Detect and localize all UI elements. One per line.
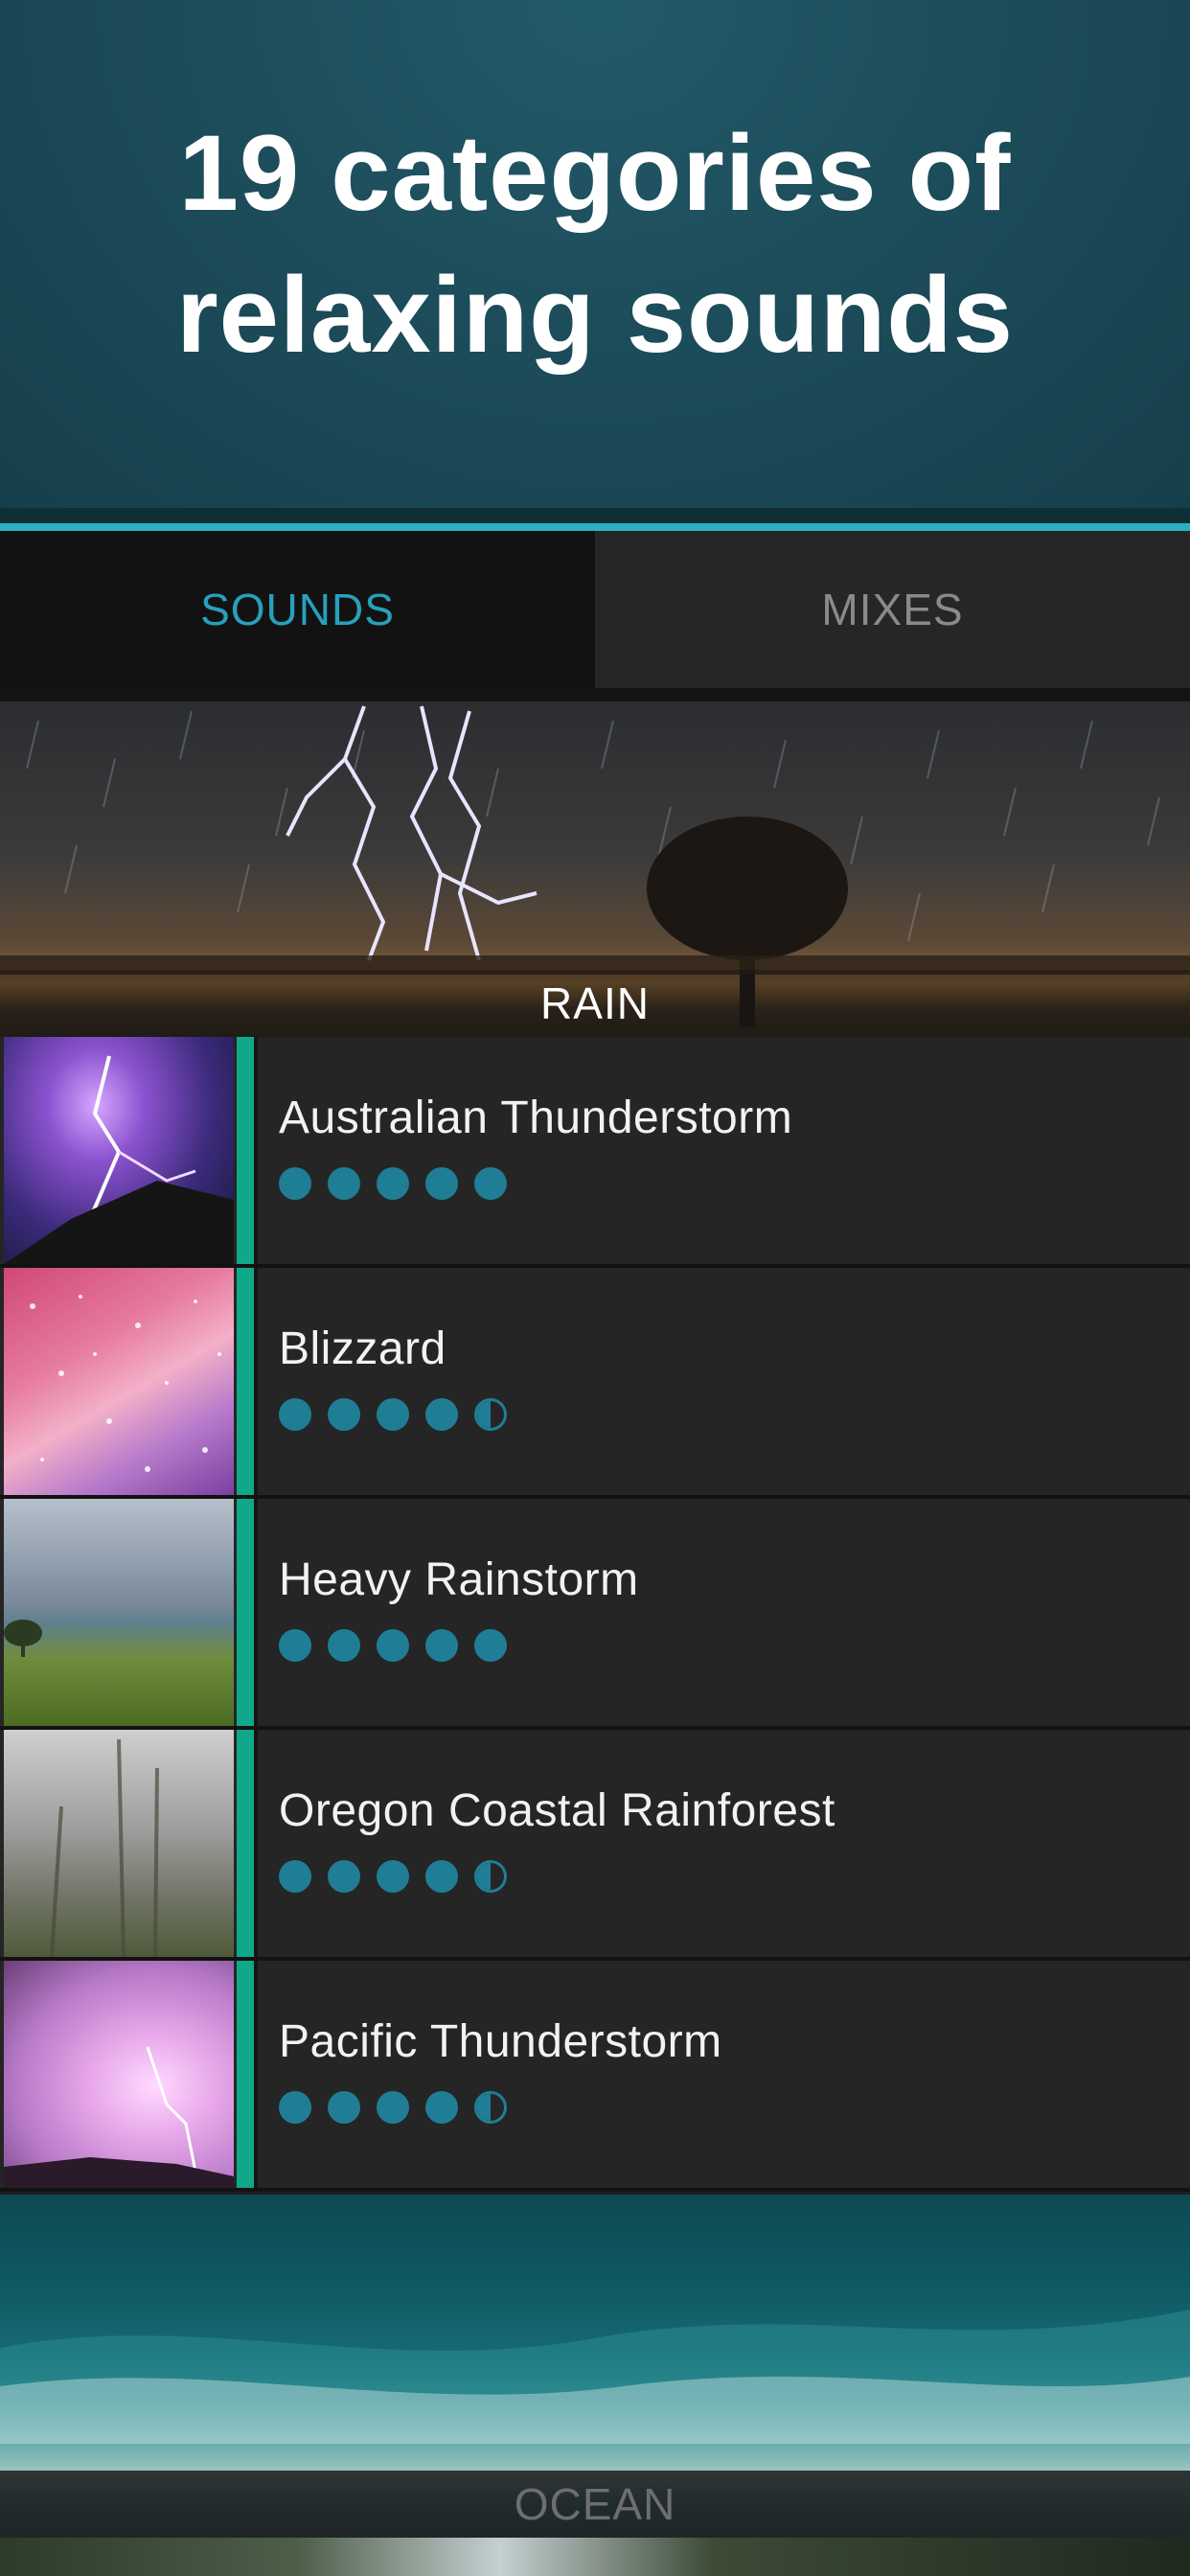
selected-indicator — [237, 1268, 254, 1495]
tab-bar-divider — [0, 688, 1190, 702]
rating-dot-full — [425, 2091, 458, 2124]
rating-dot-full — [328, 1167, 360, 1200]
tab-bar: SOUNDS MIXES — [0, 531, 1190, 688]
tab-mixes[interactable]: MIXES — [595, 531, 1190, 688]
lightning-bolts — [286, 705, 538, 961]
promo-header: 19 categories of relaxing sounds — [0, 0, 1190, 508]
header-divider — [0, 508, 1190, 523]
rating-dot-full — [279, 1398, 311, 1431]
rating-dot-full — [279, 2091, 311, 2124]
rating-dot-full — [377, 1860, 409, 1893]
sound-title: Australian Thunderstorm — [279, 1092, 793, 1143]
sound-thumbnail — [4, 1961, 234, 2188]
rating-dot-full — [425, 1860, 458, 1893]
selected-indicator — [237, 1961, 254, 2188]
rating-dot-half — [474, 1860, 507, 1893]
sound-info: Oregon Coastal Rainforest — [258, 1730, 1190, 1957]
rating — [279, 1860, 1190, 1893]
list-item[interactable]: Pacific Thunderstorm — [0, 1961, 1190, 2192]
promo-title-line-2: relaxing sounds — [176, 255, 1014, 375]
snow-image — [30, 1295, 221, 1472]
rating-dot-full — [328, 1398, 360, 1431]
sound-thumbnail — [4, 1268, 234, 1495]
selected-indicator — [237, 1499, 254, 1726]
rating-dot-full — [279, 1860, 311, 1893]
category-label-rain: RAIN — [0, 970, 1190, 1037]
sound-list: Australian Thunderstorm Blizzard Heavy R… — [0, 1037, 1190, 2192]
rating — [279, 1398, 1190, 1431]
rainstorm-field-image — [4, 1620, 42, 1657]
rating — [279, 1629, 1190, 1662]
rating-dot-half — [474, 1398, 507, 1431]
tab-sounds[interactable]: SOUNDS — [0, 531, 595, 688]
accent-line — [0, 523, 1190, 531]
sound-thumbnail — [4, 1730, 234, 1957]
sound-title: Heavy Rainstorm — [279, 1554, 639, 1605]
rating-dot-full — [279, 1167, 311, 1200]
next-category-peek — [0, 2538, 1190, 2576]
rating-dot-half — [474, 2091, 507, 2124]
rating-dot-full — [425, 1167, 458, 1200]
sound-thumbnail — [4, 1499, 234, 1726]
list-item[interactable]: Heavy Rainstorm — [0, 1499, 1190, 1730]
rating-dot-full — [279, 1629, 311, 1662]
selected-indicator — [237, 1037, 254, 1264]
sound-title: Oregon Coastal Rainforest — [279, 1785, 835, 1836]
list-item[interactable]: Oregon Coastal Rainforest — [0, 1730, 1190, 1961]
sound-info: Blizzard — [258, 1268, 1190, 1495]
rating-dot-full — [377, 1398, 409, 1431]
category-label-ocean: OCEAN — [0, 2471, 1190, 2538]
sound-info: Australian Thunderstorm — [258, 1037, 1190, 1264]
rating-dot-full — [377, 1167, 409, 1200]
category-banner-rain[interactable]: RAIN — [0, 702, 1190, 1037]
lightning-image — [4, 1055, 234, 1264]
promo-title: 19 categories of relaxing sounds — [68, 103, 1122, 386]
rating-dot-full — [328, 1629, 360, 1662]
list-item[interactable]: Blizzard — [0, 1268, 1190, 1499]
rating-dot-full — [474, 1167, 507, 1200]
rating-dot-full — [328, 2091, 360, 2124]
rainforest-image — [50, 1738, 159, 1957]
sound-thumbnail — [4, 1037, 234, 1264]
rating-dot-full — [377, 2091, 409, 2124]
rating-dot-full — [425, 1398, 458, 1431]
app-screen: 19 categories of relaxing sounds SOUNDS … — [0, 0, 1190, 2576]
rating-dot-full — [425, 1629, 458, 1662]
sound-info: Heavy Rainstorm — [258, 1499, 1190, 1726]
sound-info: Pacific Thunderstorm — [258, 1961, 1190, 2188]
rating-dot-full — [328, 1860, 360, 1893]
sound-title: Pacific Thunderstorm — [279, 2016, 722, 2067]
rating-dot-full — [474, 1629, 507, 1662]
promo-title-line-1: 19 categories of — [178, 113, 1012, 233]
sound-title: Blizzard — [279, 1323, 446, 1374]
rating-dot-full — [377, 1629, 409, 1662]
list-item[interactable]: Australian Thunderstorm — [0, 1037, 1190, 1268]
rain-streaks — [26, 710, 1160, 942]
pacific-storm-image — [4, 2046, 234, 2188]
rating — [279, 2091, 1190, 2124]
selected-indicator — [237, 1730, 254, 1957]
rating — [279, 1167, 1190, 1200]
